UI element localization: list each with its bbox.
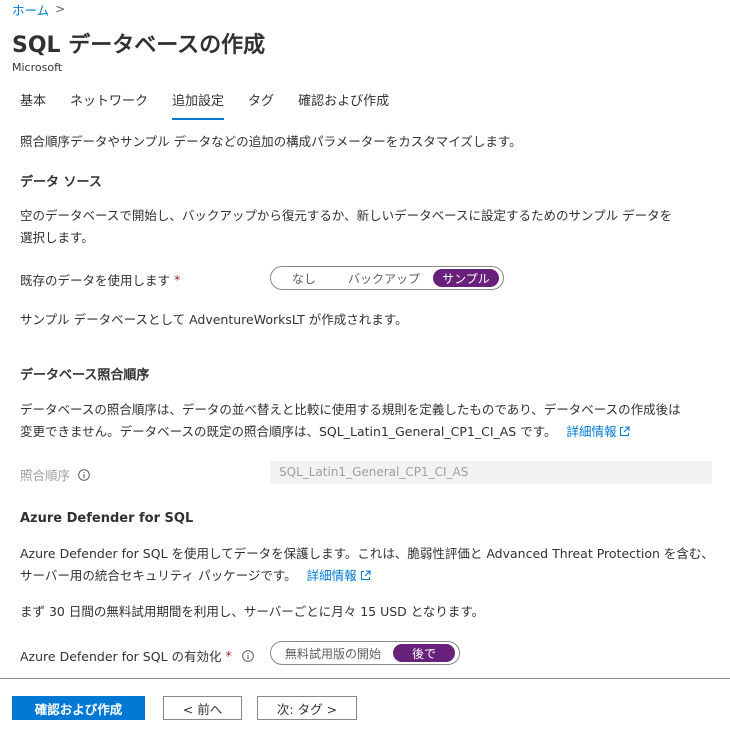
use-existing-data-label: 既存のデータを使用します * [20, 270, 180, 289]
defender-trial-note: まず 30 日間の無料試用期間を利用し、サーバーごとに月々 15 USD となり… [20, 604, 485, 619]
tab-basics[interactable]: 基本 [20, 92, 46, 120]
page-title: SQL データベースの作成 [12, 33, 266, 58]
external-link-icon [620, 426, 631, 437]
collation-desc-line2-text: 変更できません。データベースの既定の照合順序は、SQL_Latin1_Gener… [20, 424, 557, 439]
defender-desc-line2-text: サーバー用の統合セキュリティ パッケージです。 [20, 568, 297, 583]
collation-input: SQL_Latin1_General_CP1_CI_AS [270, 461, 712, 484]
tab-review-create[interactable]: 確認および作成 [298, 92, 389, 120]
footer-divider [0, 678, 730, 679]
collation-learn-more-text: 詳細情報 [566, 424, 617, 439]
breadcrumb-home-link[interactable]: ホーム [12, 0, 49, 19]
tab-tags[interactable]: タグ [248, 92, 274, 120]
tab-additional-settings[interactable]: 追加設定 [172, 92, 225, 120]
tab-bar: 基本 ネットワーク 追加設定 タグ 確認および作成 [20, 92, 413, 120]
intro-text: 照合順序データやサンプル データなどの追加の構成パラメーターをカスタマイズします… [20, 134, 522, 149]
data-source-desc-line1: 空のデータベースで開始し、バックアップから復元するか、新しいデータベースに設定す… [20, 208, 673, 223]
previous-button[interactable]: < 前へ [163, 696, 242, 720]
data-source-heading: データ ソース [20, 175, 102, 190]
collation-learn-more-link[interactable]: 詳細情報 [566, 424, 631, 439]
collation-desc-line1: データベースの照合順序は、データの並べ替えと比較に使用する規則を定義したものであ… [20, 402, 681, 417]
defender-learn-more-link[interactable]: 詳細情報 [307, 568, 371, 583]
defender-desc-line2: サーバー用の統合セキュリティ パッケージです。 詳細情報 [20, 565, 371, 587]
collation-field-label: 照合順序 [20, 465, 90, 484]
publisher-label: Microsoft [12, 61, 63, 74]
defender-enable-label-text: Azure Defender for SQL の有効化 [20, 649, 222, 664]
breadcrumb-separator: > [55, 2, 66, 16]
defender-heading: Azure Defender for SQL [20, 511, 194, 526]
defender-learn-more-text: 詳細情報 [306, 568, 357, 583]
option-sample[interactable]: サンプル [433, 269, 499, 287]
defender-desc-line1: Azure Defender for SQL を使用してデータを保護します。これ… [20, 546, 714, 561]
use-existing-data-toggle: なし バックアップ サンプル [270, 266, 504, 290]
option-later[interactable]: 後で [393, 644, 455, 662]
required-mark: * [225, 648, 232, 663]
option-none[interactable]: なし [273, 269, 335, 287]
sample-note: サンプル データベースとして AdventureWorksLT が作成されます。 [20, 312, 408, 327]
info-icon[interactable] [241, 649, 254, 662]
collation-desc-line2: 変更できません。データベースの既定の照合順序は、SQL_Latin1_Gener… [20, 421, 631, 443]
info-icon[interactable] [78, 468, 90, 481]
defender-enable-toggle: 無料試用版の開始 後で [270, 641, 460, 665]
required-mark: * [174, 272, 181, 287]
tab-networking[interactable]: ネットワーク [70, 92, 148, 120]
option-backup[interactable]: バックアップ [335, 269, 433, 287]
next-tags-button[interactable]: 次: タグ > [257, 696, 357, 720]
data-source-desc-line2: 選択します。 [20, 230, 94, 245]
defender-enable-label: Azure Defender for SQL の有効化 * [20, 646, 254, 665]
breadcrumb: ホーム > [12, 0, 65, 18]
collation-heading: データベース照合順序 [20, 368, 150, 383]
option-start-free-trial[interactable]: 無料試用版の開始 [273, 644, 393, 662]
collation-field-label-text: 照合順序 [20, 468, 71, 483]
use-existing-data-label-text: 既存のデータを使用します [20, 273, 171, 288]
external-link-icon [360, 570, 371, 581]
review-create-button[interactable]: 確認および作成 [12, 696, 145, 720]
